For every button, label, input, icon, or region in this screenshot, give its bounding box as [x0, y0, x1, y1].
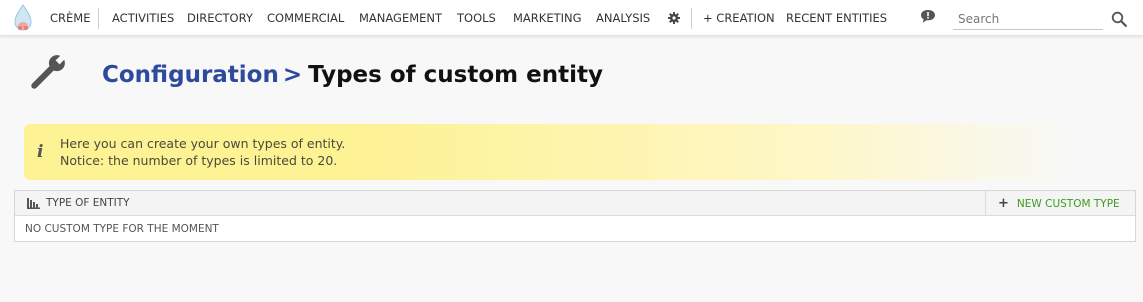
menu-item-management[interactable]: Management: [359, 0, 442, 36]
info-message-line: Notice: the number of types is limited t…: [60, 153, 338, 168]
menu-item-commercial[interactable]: Commercial: [267, 0, 344, 36]
gear-icon[interactable]: [668, 12, 680, 24]
menu-item-analysis[interactable]: Analysis: [596, 0, 650, 36]
page-title-current: Types of custom entity: [308, 62, 603, 88]
speech-bubble-alert-icon[interactable]: [920, 9, 936, 24]
plus-icon: +: [998, 196, 1009, 211]
menu-item-creation[interactable]: + Creation: [703, 0, 775, 36]
brick-title: Type of entity: [46, 197, 130, 209]
menu-item-directory[interactable]: Directory: [187, 0, 253, 36]
type-list-icon: [27, 198, 40, 209]
menu-item-recent-entities[interactable]: Recent entities: [786, 0, 887, 36]
search-input[interactable]: [953, 8, 1103, 30]
menu-separator: [691, 8, 692, 29]
empty-state-message: No custom type for the moment: [25, 223, 219, 235]
new-custom-type-label: New custom type: [1016, 198, 1120, 210]
brick-header: Type of entity + New custom type: [15, 191, 1135, 216]
menu-item-brand[interactable]: Crème: [50, 0, 90, 36]
menu-item-tools[interactable]: Tools: [457, 0, 496, 36]
brick-header-separator: [985, 191, 986, 216]
menu-item-marketing[interactable]: Marketing: [513, 0, 582, 36]
search-icon[interactable]: [1111, 11, 1127, 27]
top-menu-bar: Crème Activities Directory Commercial Ma…: [0, 0, 1143, 36]
breadcrumb-separator: >: [282, 62, 303, 88]
wrench-icon: [31, 54, 66, 89]
page-title: Configuration > Types of custom entity: [102, 62, 603, 88]
menu-item-activities[interactable]: Activities: [112, 0, 174, 36]
new-custom-type-button[interactable]: + New custom type: [998, 191, 1120, 216]
menu-separator: [98, 8, 99, 29]
creme-logo-icon[interactable]: [12, 4, 34, 34]
custom-entity-types-brick: Type of entity + New custom type No custo…: [14, 190, 1136, 242]
breadcrumb-configuration[interactable]: Configuration: [102, 62, 279, 88]
info-message-line: Here you can create your own types of en…: [60, 136, 346, 151]
info-icon: i: [37, 142, 44, 162]
info-message: i Here you can create your own types of …: [24, 124, 1134, 180]
